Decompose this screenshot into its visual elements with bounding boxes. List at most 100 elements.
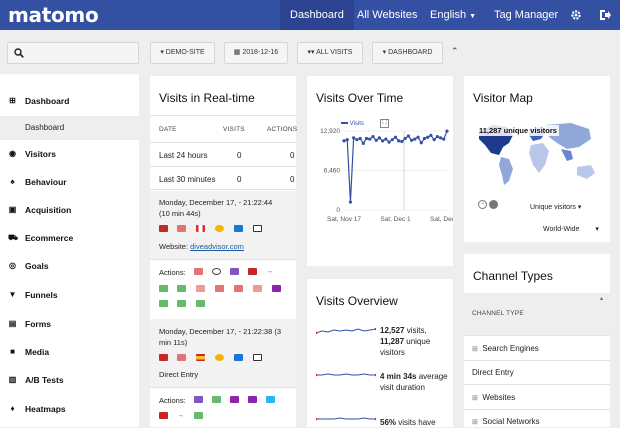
zoom-out-icon[interactable]: − [478, 200, 487, 209]
column-header-visits: VISITS [223, 126, 245, 133]
action-search-icon[interactable] [212, 268, 221, 275]
dashboard-selector-button[interactable]: ▾ DASHBOARD [372, 42, 443, 64]
action-cart-icon[interactable] [248, 268, 257, 275]
action-folder-icon[interactable] [215, 285, 224, 292]
metric-select[interactable]: Unique visitors ▾ [530, 203, 581, 211]
site-selector-button[interactable]: ▾ DEMO-SITE [150, 42, 215, 64]
data-point [342, 139, 346, 143]
sidebar-item-goals[interactable]: ◎ Goals [0, 252, 139, 280]
table-row[interactable]: ⊞ Social Networks [472, 417, 540, 426]
target-icon: ◎ [9, 261, 16, 270]
action-folder-icon[interactable] [177, 285, 186, 292]
action-folder-icon[interactable] [212, 396, 221, 403]
sidebar-item-heatmaps[interactable]: ♦ Heatmaps [0, 395, 139, 423]
data-point [345, 138, 349, 142]
sidebar-item-visitors[interactable]: ◉ Visitors [0, 140, 139, 168]
visits-line-chart[interactable]: 0 6,460 12,920 Sat, Nov 17 Sat, Dec 1 Sat, De… [307, 118, 453, 230]
sidebar-item-label: Forms [25, 319, 51, 329]
dashboard-selector-label: DASHBOARD [388, 49, 433, 56]
visit-duration: (10 min 44s) [159, 209, 201, 218]
globe-icon[interactable] [489, 200, 498, 209]
overview-value: 56% [380, 418, 397, 427]
date-selector-button[interactable]: ▦ 2018-12-16 [224, 42, 288, 64]
nav-language-selector[interactable]: English ▼ [420, 0, 486, 30]
action-folder-icon[interactable] [194, 396, 203, 403]
sidebar-item-ecommerce[interactable]: ⛟ Ecommerce [0, 224, 139, 252]
nav-dashboard[interactable]: Dashboard [280, 0, 354, 30]
column-header-actions: ACTIONS [267, 126, 298, 133]
site-selector-label: DEMO-SITE [165, 49, 205, 56]
sidebar-item-behaviour[interactable]: ♠ Behaviour [0, 168, 139, 196]
table-row[interactable]: Direct Entry [472, 368, 514, 377]
nav-tag-manager[interactable]: Tag Manager [484, 0, 568, 30]
action-folder-icon[interactable] [194, 412, 203, 419]
series-line-visits [343, 130, 448, 203]
table-row[interactable]: ⊞ Websites [472, 393, 515, 402]
table-row[interactable]: ⊞ Search Engines [472, 344, 539, 353]
language-label: English [430, 9, 467, 21]
sparkline-duration[interactable] [316, 369, 376, 381]
website-link[interactable]: diveadvisor.com [190, 242, 244, 251]
overview-duration-text: 4 min 34s average visit duration [380, 371, 450, 393]
action-folder-icon[interactable] [230, 268, 239, 275]
region-select[interactable]: World-Wide ▾ [543, 225, 599, 233]
action-folder-icon[interactable] [230, 396, 239, 403]
acquisition-icon: ▣ [8, 205, 17, 214]
sidebar-item-label: A/B Tests [25, 375, 64, 385]
data-point [442, 137, 446, 141]
action-folder-icon[interactable] [196, 300, 205, 307]
data-point [368, 137, 372, 141]
windows-icon [234, 354, 243, 361]
sign-out-icon[interactable] [595, 0, 615, 30]
sort-caret-icon: ▴ [600, 296, 604, 302]
action-folder-icon[interactable] [266, 396, 275, 403]
expand-icon: ⊞ [472, 419, 478, 426]
sidebar-item-forms[interactable]: ▤ Forms [0, 310, 139, 338]
data-point [406, 134, 410, 138]
sidebar-item-ab-tests[interactable]: ▥ A/B Tests [0, 366, 139, 394]
action-page-icon[interactable] [194, 268, 203, 275]
column-header-channel-type[interactable]: CHANNEL TYPE [472, 310, 524, 317]
action-folder-icon[interactable] [234, 285, 243, 292]
chart-legend[interactable]: Visits [341, 121, 364, 127]
action-folder-icon[interactable] [196, 285, 205, 292]
action-cart-icon[interactable] [159, 412, 168, 419]
action-folder-icon[interactable] [159, 300, 168, 307]
matomo-logo[interactable]: matomo [8, 3, 99, 27]
search-input[interactable] [7, 42, 139, 64]
sidebar-item-dashboard[interactable]: ⊞ Dashboard [0, 87, 139, 115]
image-export-icon[interactable]: ⛶ [380, 119, 389, 128]
sidebar-item-acquisition[interactable]: ▣ Acquisition [0, 196, 139, 224]
action-folder-icon[interactable] [248, 396, 257, 403]
website-label: Website: [159, 242, 189, 251]
x-tick-label: Sat, Dec 1 [380, 216, 411, 223]
gear-icon[interactable] [566, 0, 586, 30]
nav-all-websites[interactable]: All Websites [347, 0, 427, 30]
visit-duration: min 11s) [159, 338, 188, 347]
data-point [413, 137, 417, 141]
action-folder-icon[interactable] [177, 300, 186, 307]
action-folder-icon[interactable] [253, 285, 262, 292]
sparkline-bounce[interactable] [316, 413, 376, 425]
collapse-chevron-icon[interactable]: ⌃ [451, 46, 459, 57]
sidebar-subitem-dashboard[interactable]: Dashboard [0, 116, 139, 140]
data-point [381, 139, 385, 143]
data-point [371, 135, 375, 139]
sidebar-item-funnels[interactable]: ▼ Funnels [0, 281, 139, 309]
widget-title: Visits in Real-time [159, 91, 255, 105]
action-folder-icon[interactable] [159, 285, 168, 292]
data-point [435, 135, 439, 139]
chrome-icon [215, 225, 224, 232]
top-navigation-bar: matomo Dashboard All Websites English ▼ … [0, 0, 620, 30]
action-folder-icon[interactable] [272, 285, 281, 292]
sparkline-visits[interactable] [316, 325, 376, 337]
arrow-right-icon: → [266, 268, 275, 275]
segment-selector-button[interactable]: ▾▾ ALL VISITS [297, 42, 363, 64]
overview-bounce-text: 56% visits have [380, 417, 450, 428]
chart-legend-label: Visits [349, 121, 364, 127]
sidebar-item-label: Dashboard [25, 96, 70, 106]
widget-title: Visits Overview [316, 294, 398, 308]
segment-selector-label: ALL VISITS [316, 49, 353, 56]
sidebar-item-media[interactable]: ■ Media [0, 338, 139, 366]
expand-icon: ⊞ [472, 395, 478, 402]
